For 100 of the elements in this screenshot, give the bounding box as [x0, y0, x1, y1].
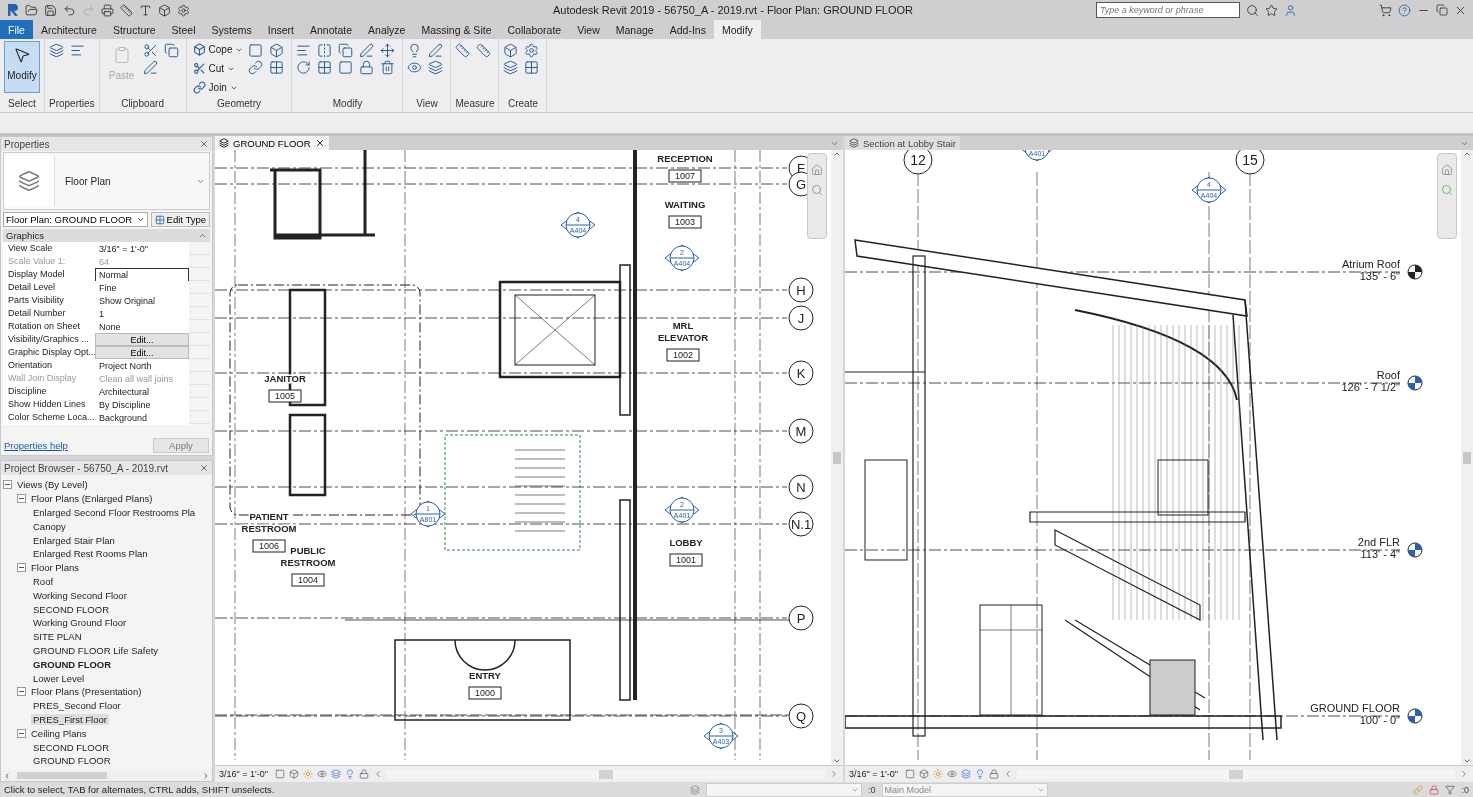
tree-item[interactable]: Canopy [31, 520, 68, 532]
view-scale[interactable]: 3/16" = 1'-0" [219, 769, 268, 779]
tree-item[interactable]: Floor Plans (Enlarged Plans) [29, 493, 155, 505]
document-tab[interactable]: Section at Lobby Stair [845, 136, 960, 150]
collapse-icon[interactable] [3, 480, 12, 490]
room-name: PATIENT RESTROOM [241, 511, 297, 534]
tree-item[interactable]: Floor Plans (Presentation) [29, 686, 144, 698]
ribbon-tab[interactable]: Modify [713, 20, 761, 39]
ribbon-tool-button[interactable]: Cope [190, 41, 246, 58]
vertical-scrollbar[interactable] [1461, 150, 1473, 765]
tree-item[interactable]: Enlarged Stair Plan [31, 534, 117, 546]
scroll-thumb[interactable] [833, 451, 841, 464]
ribbon-tool-button[interactable]: Join [190, 79, 246, 96]
ribbon-tab[interactable]: View [569, 20, 608, 39]
close-icon[interactable] [199, 463, 209, 473]
instance-dropdown[interactable]: Floor Plan: GROUND FLOOR [3, 212, 148, 227]
tree-item[interactable]: Enlarged Second Floor Restrooms Pla [31, 507, 198, 518]
ribbon-tab[interactable]: Add-Ins [661, 20, 714, 39]
collapse-icon[interactable] [17, 687, 26, 697]
sun-icon[interactable] [932, 769, 943, 779]
print-icon[interactable] [101, 3, 114, 17]
value-field[interactable]: Normal [95, 268, 189, 282]
view-scale[interactable]: 3/16" = 1'-0" [849, 769, 898, 779]
collapse-icon[interactable] [17, 728, 26, 738]
tree-item[interactable]: Lower Level [31, 672, 87, 684]
tree-item[interactable]: Floor Plans [29, 562, 82, 574]
edit-type-button[interactable]: Edit Type [150, 212, 210, 227]
horizontal-scrollbar[interactable] [1, 770, 212, 781]
tree-item[interactable]: Working Second Floor [31, 589, 129, 601]
tree-item[interactable]: Ceiling Plans [29, 727, 89, 739]
ribbon-tool-button[interactable]: Cut [190, 60, 246, 77]
document-tab[interactable]: GROUND FLOOR [215, 136, 329, 150]
save-icon[interactable] [44, 3, 57, 17]
text-icon[interactable] [139, 3, 152, 17]
tree-item[interactable]: Enlarged Rest Rooms Plan [31, 548, 150, 560]
open-icon[interactable] [25, 3, 38, 17]
tree-item[interactable]: PRES_Second Floor [31, 700, 123, 712]
tree-item[interactable]: PRES_First Floor [31, 713, 109, 725]
ribbon-tab[interactable]: File [0, 20, 33, 39]
grid-bubble: Q [788, 703, 814, 729]
filter-icon[interactable] [1445, 784, 1456, 795]
ribbon-tab[interactable]: Massing & Site [413, 20, 500, 39]
restore-icon[interactable] [1436, 4, 1448, 16]
edit-button[interactable]: Edit... [95, 333, 189, 346]
collapse-icon[interactable] [17, 494, 26, 504]
layers-icon[interactable] [330, 769, 341, 779]
tree-item[interactable]: GROUND FLOOR Life Safety [31, 644, 161, 656]
square-icon[interactable] [274, 769, 285, 779]
tree-item[interactable]: GROUND FLOOR [31, 755, 113, 767]
help-icon[interactable] [1398, 3, 1411, 17]
ribbon-tab[interactable]: Systems [203, 20, 260, 39]
ribbon-tab[interactable]: Insert [259, 20, 303, 39]
property-name: Visibility/Graphics ... [3, 333, 95, 346]
ribbon-tab[interactable]: Annotate [302, 20, 361, 39]
lightbulb-icon[interactable] [974, 769, 985, 779]
collapse-icon[interactable] [17, 563, 26, 573]
ribbon-tab[interactable]: Structure [104, 20, 164, 39]
ribbon-tab[interactable]: Architecture [32, 20, 105, 39]
zoom-icon[interactable] [811, 184, 823, 196]
help-link[interactable]: Properties help [4, 440, 68, 451]
ruler-icon[interactable] [120, 3, 133, 17]
lock-icon[interactable] [1429, 784, 1440, 795]
tree-item[interactable]: Views (By Level) [15, 479, 90, 491]
ribbon-tab[interactable]: Manage [607, 20, 662, 39]
layers-icon[interactable] [960, 769, 971, 779]
box-icon[interactable] [158, 3, 171, 17]
edit-button[interactable]: Edit... [95, 346, 189, 359]
tree-item[interactable]: SECOND FLOOR [31, 741, 111, 753]
settings-icon[interactable] [177, 3, 190, 17]
square-icon[interactable] [904, 769, 915, 779]
tree-item[interactable]: Roof [31, 575, 56, 587]
search-field[interactable]: Type a keyword or phrase [1096, 2, 1240, 18]
lock-icon[interactable] [988, 769, 999, 779]
scroll-thumb[interactable] [1463, 451, 1471, 464]
grid-bubble: M [788, 418, 814, 444]
tree-item[interactable]: GROUND FLOOR [31, 658, 114, 670]
cart-icon[interactable] [1379, 3, 1392, 17]
zoom-icon[interactable] [1441, 184, 1453, 196]
horizontal-scrollbar[interactable] [386, 769, 825, 779]
ribbon-tab[interactable]: Steel [163, 20, 204, 39]
ribbon-tool-button[interactable]: Modify [4, 41, 40, 93]
ribbon-tab[interactable]: Collaborate [499, 20, 570, 39]
lock-icon[interactable] [358, 769, 369, 779]
eye-icon[interactable] [316, 769, 327, 779]
tree-item[interactable]: Working Ground Floor [31, 617, 129, 629]
eye-icon[interactable] [946, 769, 957, 779]
type-selector[interactable]: Floor Plan [3, 152, 210, 210]
star-icon[interactable] [1265, 3, 1278, 17]
close-icon[interactable] [199, 139, 209, 149]
box-icon[interactable] [288, 769, 299, 779]
tree-item[interactable]: SECOND FLOOR [31, 603, 111, 615]
ribbon-tab[interactable]: Analyze [360, 20, 414, 39]
sun-icon[interactable] [302, 769, 313, 779]
lightbulb-icon[interactable] [344, 769, 355, 779]
tree-item[interactable]: SITE PLAN [31, 631, 84, 643]
vertical-scrollbar[interactable] [831, 150, 843, 765]
box-icon[interactable] [918, 769, 929, 779]
user-icon[interactable] [1284, 3, 1297, 17]
undo-icon[interactable] [63, 3, 76, 17]
horizontal-scrollbar[interactable] [1016, 769, 1455, 779]
